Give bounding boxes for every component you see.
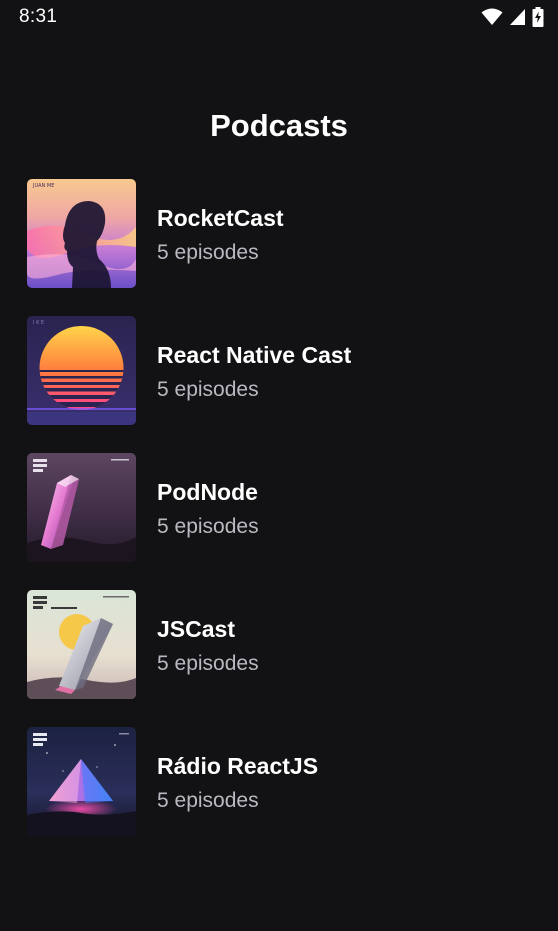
cover-art-pyramid <box>27 727 136 836</box>
cellular-signal-icon <box>509 8 526 26</box>
svg-text:I K E: I K E <box>33 320 44 326</box>
podcast-episode-count: 5 episodes <box>157 515 259 538</box>
status-time: 8:31 <box>19 6 58 27</box>
podcast-episode-count: 5 episodes <box>157 789 259 812</box>
battery-charging-icon <box>532 7 544 27</box>
podcast-name: JSCast <box>157 616 235 642</box>
podcast-episode-count: 5 episodes <box>157 378 259 401</box>
page-title: Podcasts <box>210 108 348 143</box>
podcast-item-podnode[interactable]: PodNode 5 episodes <box>27 453 537 562</box>
podcast-name: RocketCast <box>157 205 284 231</box>
podcast-item-rocketcast[interactable]: JUAN ME RocketCast 5 episodes <box>27 179 537 288</box>
status-bar: 8:31 <box>0 0 558 34</box>
cover-art-crystal-pink <box>27 453 136 562</box>
podcast-item-jscast[interactable]: JSCast 5 episodes <box>27 590 537 699</box>
status-icons <box>481 7 544 27</box>
podcast-name: React Native Cast <box>157 342 352 368</box>
podcast-episode-count: 5 episodes <box>157 241 259 264</box>
podcast-list: JUAN ME RocketCast 5 episodes I K E Reac… <box>27 179 537 864</box>
podcast-item-react-native-cast[interactable]: I K E React Native Cast 5 episodes <box>27 316 537 425</box>
wifi-icon <box>481 8 503 26</box>
podcast-name: Rádio ReactJS <box>157 753 319 779</box>
podcast-item-radio-reactjs[interactable]: Rádio ReactJS 5 episodes <box>27 727 537 836</box>
podcast-episode-count: 5 episodes <box>157 652 259 675</box>
svg-text:JUAN ME: JUAN ME <box>32 183 54 189</box>
podcast-name: PodNode <box>157 479 258 505</box>
cover-art-silhouette: JUAN ME <box>27 179 136 288</box>
cover-art-crystal-sun <box>27 590 136 699</box>
cover-art-synthwave-sunset: I K E <box>27 316 136 425</box>
